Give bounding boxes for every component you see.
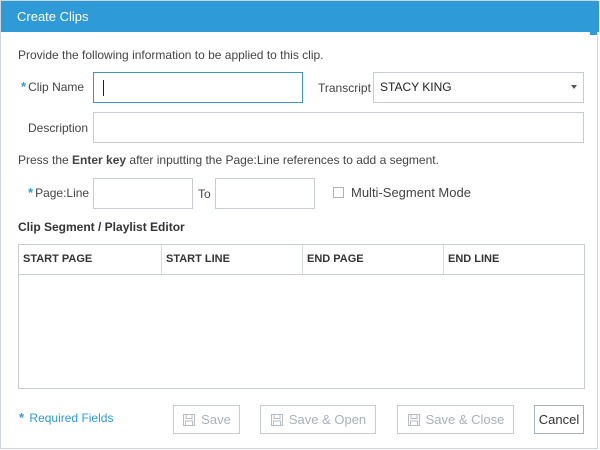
multi-segment-label[interactable]: Multi-Segment Mode	[351, 185, 471, 201]
floppy-disk-icon	[407, 413, 421, 427]
column-end-page[interactable]: END PAGE	[302, 245, 443, 274]
page-line-end-input[interactable]	[215, 178, 315, 209]
text-caret	[103, 80, 104, 96]
column-start-page[interactable]: START PAGE	[19, 245, 159, 274]
transcript-label: Transcript	[318, 81, 371, 95]
to-label: To	[198, 187, 211, 201]
transcript-selected: STACY KING	[380, 80, 452, 94]
transcript-select[interactable]: STACY KING	[373, 72, 584, 103]
required-fields-note: * Required Fields	[19, 410, 113, 425]
chevron-down-icon	[571, 85, 577, 89]
cancel-label: Cancel	[538, 412, 580, 427]
column-end-line[interactable]: END LINE	[443, 245, 584, 274]
cancel-button[interactable]: Cancel	[534, 405, 584, 434]
save-close-button[interactable]: Save & Close	[397, 405, 514, 434]
hint-after: after inputting the Page:Line references…	[126, 153, 439, 167]
page-line-label-text: Page:Line	[35, 186, 90, 200]
instructions-text: Provide the following information to be …	[18, 48, 324, 62]
editor-title: Clip Segment / Playlist Editor	[18, 220, 185, 234]
save-open-label: Save & Open	[288, 412, 367, 427]
hint-key: Enter key	[72, 153, 127, 167]
create-clips-dialog: Create Clips Provide the following infor…	[0, 0, 599, 449]
save-close-label: Save & Close	[425, 412, 505, 427]
required-marker: *	[28, 185, 34, 200]
save-label: Save	[201, 412, 231, 427]
segment-grid[interactable]: START PAGE START LINE END PAGE END LINE	[18, 244, 585, 389]
column-start-line[interactable]: START LINE	[161, 245, 302, 274]
page-line-start-input[interactable]	[93, 178, 193, 209]
save-open-button[interactable]: Save & Open	[260, 405, 376, 434]
page-line-label: * Page:Line	[28, 185, 89, 201]
required-fields-text: Required Fields	[29, 411, 114, 425]
floppy-disk-icon	[270, 413, 284, 427]
multi-segment-checkbox[interactable]	[333, 187, 344, 198]
save-button[interactable]: Save	[173, 405, 240, 434]
dialog-title: Create Clips	[17, 9, 89, 24]
required-marker: *	[19, 410, 25, 425]
dialog-title-bar: Create Clips	[1, 1, 599, 32]
description-label: Description	[28, 121, 89, 135]
clip-name-label: * Clip Name	[21, 79, 84, 95]
description-input[interactable]	[93, 112, 584, 143]
clip-name-input[interactable]	[93, 72, 303, 103]
required-marker: *	[21, 79, 27, 94]
grid-header: START PAGE START LINE END PAGE END LINE	[19, 245, 584, 275]
clip-name-label-text: Clip Name	[28, 80, 85, 94]
floppy-disk-icon	[182, 413, 196, 427]
segment-hint: Press the Enter key after inputting the …	[18, 152, 439, 168]
hint-before: Press the	[18, 153, 73, 167]
title-bar-edge	[590, 32, 597, 35]
